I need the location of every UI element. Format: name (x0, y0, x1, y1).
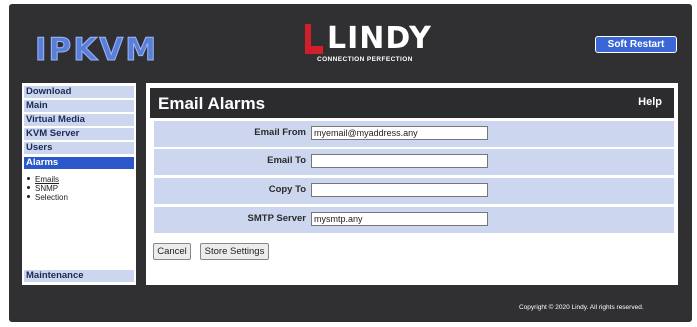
sidebar-item-virtual-media[interactable]: Virtual Media (24, 114, 134, 126)
lindy-logo-mark (305, 24, 325, 54)
sidebar: Download Main Virtual Media KVM Server U… (22, 83, 136, 285)
sidebar-subitem-emails[interactable]: Emails (27, 175, 59, 184)
smtp-server-field[interactable] (311, 212, 488, 226)
sidebar-item-main[interactable]: Main (24, 100, 134, 112)
bullet-icon (27, 177, 30, 181)
email-from-label: Email From (254, 127, 306, 138)
soft-restart-button[interactable]: Soft Restart (595, 36, 677, 53)
help-link[interactable]: Help (638, 96, 662, 108)
cancel-button[interactable]: Cancel (153, 243, 191, 260)
sidebar-item-users[interactable]: Users (24, 142, 134, 154)
copy-to-row: Copy To (154, 178, 674, 204)
email-to-row: Email To (154, 149, 674, 175)
sidebar-subitem-snmp[interactable]: SNMP (27, 184, 58, 193)
page-title: Email Alarms (158, 94, 266, 113)
sidebar-item-kvm-server[interactable]: KVM Server (24, 128, 134, 140)
lindy-tagline: CONNECTION PERFECTION (317, 56, 413, 63)
sidebar-item-download[interactable]: Download (24, 86, 134, 98)
main-panel: Email Alarms Help Email From Email To Co… (146, 83, 678, 285)
copy-to-field[interactable] (311, 183, 488, 197)
bullet-icon (27, 195, 30, 199)
lindy-logo: LINDY CONNECTION PERFECTION (305, 21, 445, 68)
sidebar-item-maintenance[interactable]: Maintenance (24, 270, 134, 282)
copyright-text: Copyright © 2020 Lindy. All rights reser… (519, 304, 644, 311)
page-header: Email Alarms Help (150, 88, 674, 118)
email-to-field[interactable] (311, 154, 488, 168)
product-logo: IPKVM (34, 32, 159, 69)
email-to-label: Email To (267, 155, 306, 166)
email-from-field[interactable] (311, 126, 488, 140)
smtp-server-row: SMTP Server (154, 207, 674, 233)
email-from-row: Email From (154, 121, 674, 147)
store-settings-button[interactable]: Store Settings (200, 243, 269, 260)
copy-to-label: Copy To (268, 184, 306, 195)
sidebar-subitem-selection[interactable]: Selection (27, 193, 68, 202)
smtp-server-label: SMTP Server (247, 213, 306, 224)
sidebar-item-alarms[interactable]: Alarms (24, 157, 134, 169)
lindy-logo-text: LINDY (327, 21, 432, 56)
bullet-icon (27, 186, 30, 190)
